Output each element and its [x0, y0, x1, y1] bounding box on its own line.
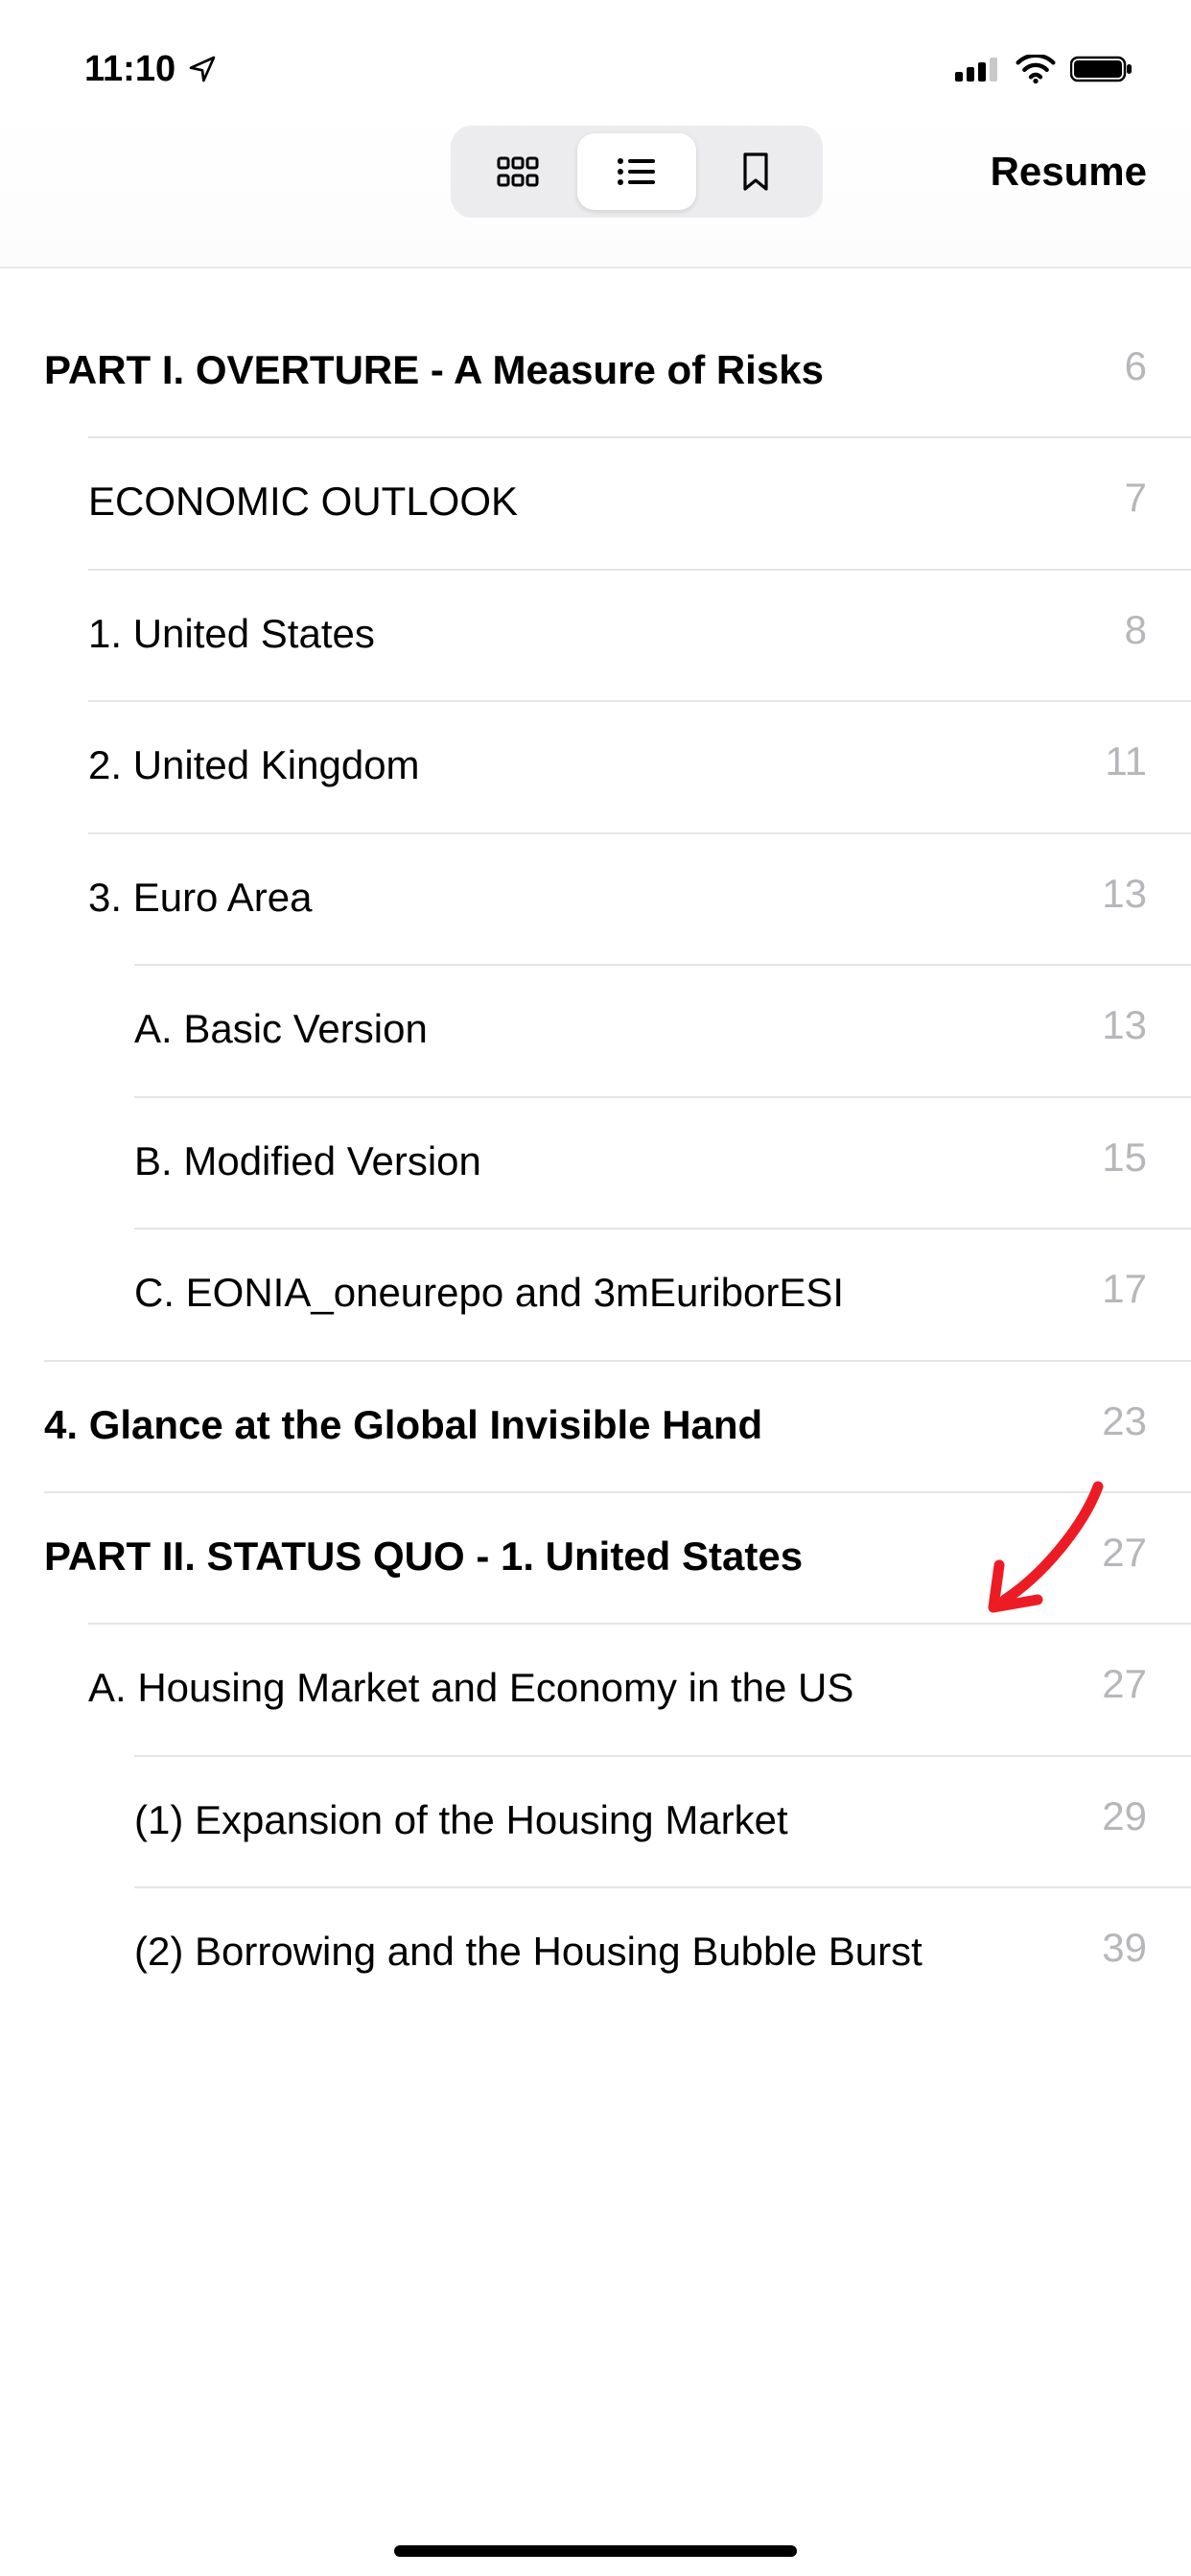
home-indicator [394, 2545, 797, 2557]
toc-title: A. Basic Version [134, 1002, 428, 1055]
toc-page-number: 27 [1102, 1530, 1147, 1576]
cellular-icon [955, 57, 1001, 82]
toc-row[interactable]: 4. Glance at the Global Invisible Hand 23 [44, 1360, 1191, 1491]
bookmark-icon [740, 152, 771, 192]
toc-page-number: 15 [1102, 1135, 1147, 1181]
toc-page-number: 7 [1125, 475, 1147, 521]
toc-title: PART I. OVERTURE - A Measure of Risks [44, 343, 824, 396]
toc-row[interactable]: C. EONIA_oneurepo and 3mEuriborESI 17 [134, 1228, 1191, 1359]
toc-title: ECONOMIC OUTLOOK [88, 475, 518, 527]
outline-tab[interactable] [577, 133, 696, 210]
toc-title: 4. Glance at the Global Invisible Hand [44, 1398, 762, 1451]
table-of-contents: PART I. OVERTURE - A Measure of Risks 6 EC… [0, 307, 1191, 2019]
toc-title: PART II. STATUS QUO - 1. United States [44, 1530, 803, 1582]
toc-title: 3. Euro Area [88, 871, 312, 924]
toc-row[interactable]: 1. United States 8 [88, 569, 1191, 700]
resume-button[interactable]: Resume [991, 149, 1147, 195]
toc-page-number: 13 [1102, 871, 1147, 917]
battery-icon [1070, 55, 1133, 83]
time-label: 11:10 [84, 49, 175, 90]
toc-row[interactable]: B. Modified Version 15 [134, 1096, 1191, 1228]
wifi-icon [1015, 55, 1057, 83]
toc-page-number: 29 [1102, 1793, 1147, 1839]
toc-row[interactable]: A. Housing Market and Economy in the US 2… [88, 1623, 1191, 1754]
toc-row[interactable]: PART II. STATUS QUO - 1. United States 27 [44, 1491, 1191, 1623]
toc-title: 1. United States [88, 607, 375, 660]
bookmarks-tab[interactable] [696, 133, 815, 210]
toc-row[interactable]: ECONOMIC OUTLOOK 7 [88, 436, 1191, 568]
toc-title: 2. United Kingdom [88, 738, 420, 791]
toc-page-number: 27 [1102, 1661, 1147, 1707]
grid-icon [497, 154, 539, 189]
toc-row[interactable]: (1) Expansion of the Housing Market 29 [134, 1755, 1191, 1886]
status-time: 11:10 [84, 49, 218, 90]
location-icon [187, 54, 218, 84]
toc-page-number: 13 [1102, 1002, 1147, 1048]
toc-title: A. Housing Market and Economy in the US [88, 1661, 853, 1714]
toc-page-number: 39 [1102, 1925, 1147, 1971]
toc-title: C. EONIA_oneurepo and 3mEuriborESI [134, 1266, 844, 1319]
toc-page-number: 6 [1125, 343, 1147, 389]
toc-row[interactable]: (2) Borrowing and the Housing Bubble Bur… [134, 1886, 1191, 2018]
status-bar: 11:10 [0, 0, 1191, 105]
toc-page-number: 23 [1102, 1398, 1147, 1444]
thumbnails-tab[interactable] [458, 133, 577, 210]
list-icon [616, 155, 658, 188]
toc-page-number: 8 [1125, 607, 1147, 653]
toc-title: B. Modified Version [134, 1135, 481, 1187]
toc-page-number: 11 [1105, 738, 1147, 785]
toc-title: (1) Expansion of the Housing Market [134, 1793, 788, 1846]
toolbar: Resume [0, 105, 1191, 269]
toc-row[interactable]: A. Basic Version 13 [134, 964, 1191, 1095]
toc-row[interactable]: 3. Euro Area 13 [88, 832, 1191, 964]
toc-title: (2) Borrowing and the Housing Bubble Bur… [134, 1925, 922, 1978]
toc-page-number: 17 [1102, 1266, 1147, 1312]
toc-row[interactable]: PART I. OVERTURE - A Measure of Risks 6 [44, 307, 1191, 436]
toc-row[interactable]: 2. United Kingdom 11 [88, 700, 1191, 831]
view-mode-segmented-control [451, 126, 823, 218]
status-indicators [955, 55, 1133, 83]
